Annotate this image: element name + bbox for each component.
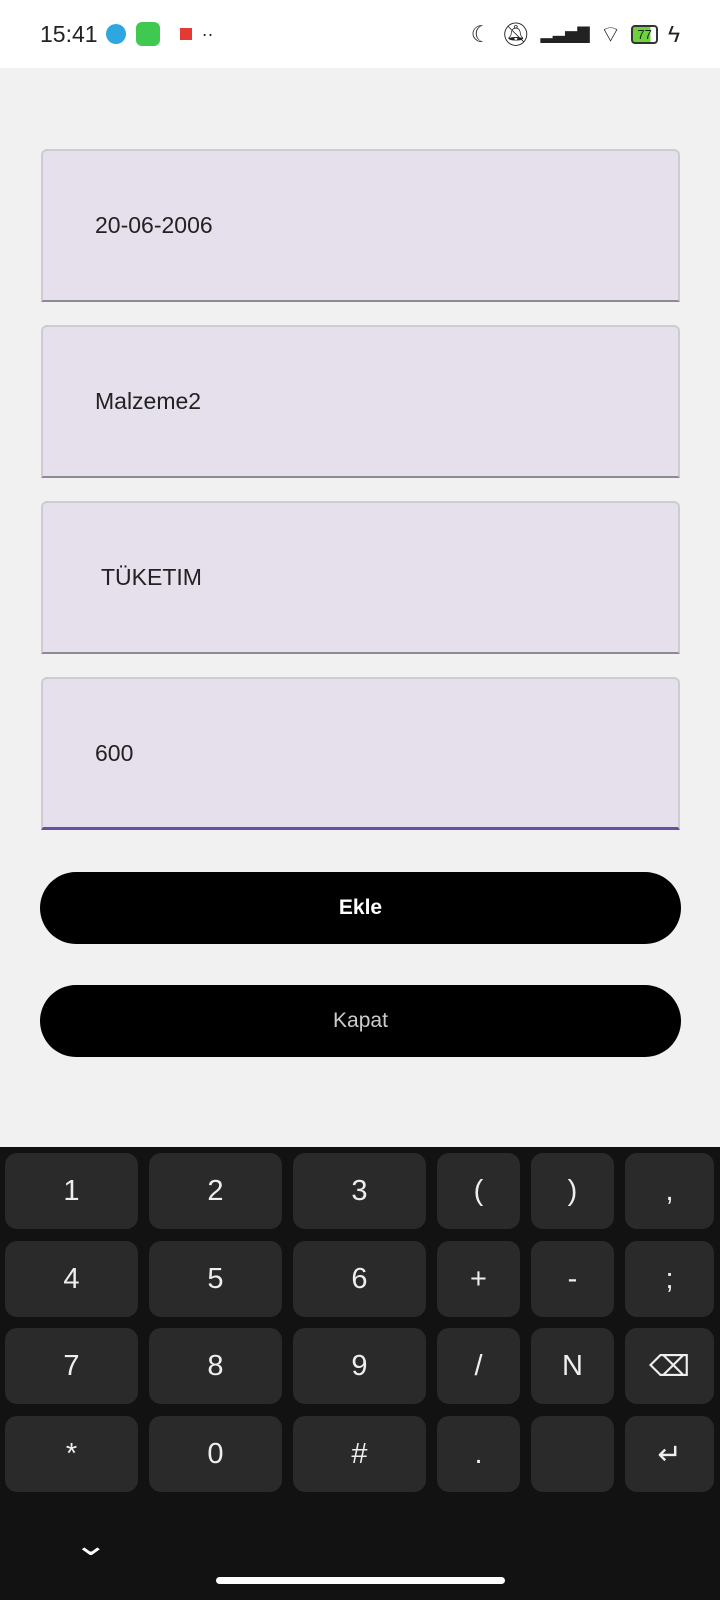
material-field[interactable]: Malzeme2: [41, 325, 680, 478]
type-value: TÜKETIM: [95, 564, 202, 590]
hide-keyboard-chevron-icon[interactable]: ⌄: [73, 1528, 121, 1562]
whatsapp-icon: [135, 22, 160, 46]
type-field[interactable]: TÜKETIM: [41, 501, 680, 654]
battery-level: 77: [637, 26, 652, 42]
key[interactable]: 2: [149, 1153, 282, 1229]
key[interactable]: ;: [625, 1241, 714, 1317]
key[interactable]: (: [437, 1153, 520, 1229]
key[interactable]: 4: [5, 1241, 138, 1317]
amount-field[interactable]: 600: [41, 677, 680, 830]
key[interactable]: 7: [5, 1328, 138, 1404]
enter-key[interactable]: ↵: [625, 1416, 714, 1492]
close-button[interactable]: Kapat: [40, 985, 681, 1057]
status-time: 15:41: [40, 20, 98, 47]
dnd-moon-icon: ☾: [470, 20, 492, 47]
key[interactable]: 9: [293, 1328, 426, 1404]
key[interactable]: ,: [625, 1153, 714, 1229]
key[interactable]: -: [531, 1241, 614, 1317]
key[interactable]: 5: [149, 1241, 282, 1317]
key[interactable]: .: [437, 1416, 520, 1492]
add-button[interactable]: Ekle: [40, 872, 681, 944]
key[interactable]: N: [531, 1328, 614, 1404]
mute-bell-icon: 🔕︎: [501, 20, 531, 47]
charging-icon: ϟ: [667, 20, 680, 47]
key[interactable]: +: [437, 1241, 520, 1317]
key[interactable]: 3: [293, 1153, 426, 1229]
key[interactable]: 1: [5, 1153, 138, 1229]
date-field[interactable]: 20-06-2006: [41, 149, 680, 302]
wifi-icon: ⌔: [599, 20, 622, 47]
key[interactable]: #: [293, 1416, 426, 1492]
key[interactable]: /: [437, 1328, 520, 1404]
telegram-icon: [105, 24, 126, 44]
status-bar: 15:41 ·· ☾ 🔕︎ ▂▃▅▇ ⌔ 77 ϟ: [0, 0, 720, 68]
battery-icon: 77: [631, 24, 658, 44]
signal-icon: ▂▃▅▇: [540, 26, 590, 43]
notification-icon: [179, 28, 192, 40]
date-value: 20-06-2006: [95, 212, 213, 238]
material-value: Malzeme2: [95, 388, 202, 414]
backspace-key[interactable]: ⌫: [625, 1328, 714, 1404]
key[interactable]: 0: [149, 1416, 282, 1492]
amount-value: 600: [95, 739, 134, 766]
more-notifications-icon: ··: [201, 23, 214, 44]
home-indicator[interactable]: [216, 1577, 505, 1584]
key[interactable]: 6: [293, 1241, 426, 1317]
key[interactable]: *: [5, 1416, 138, 1492]
blank-key[interactable]: [531, 1416, 614, 1492]
key[interactable]: 8: [149, 1328, 282, 1404]
key[interactable]: ): [531, 1153, 614, 1229]
